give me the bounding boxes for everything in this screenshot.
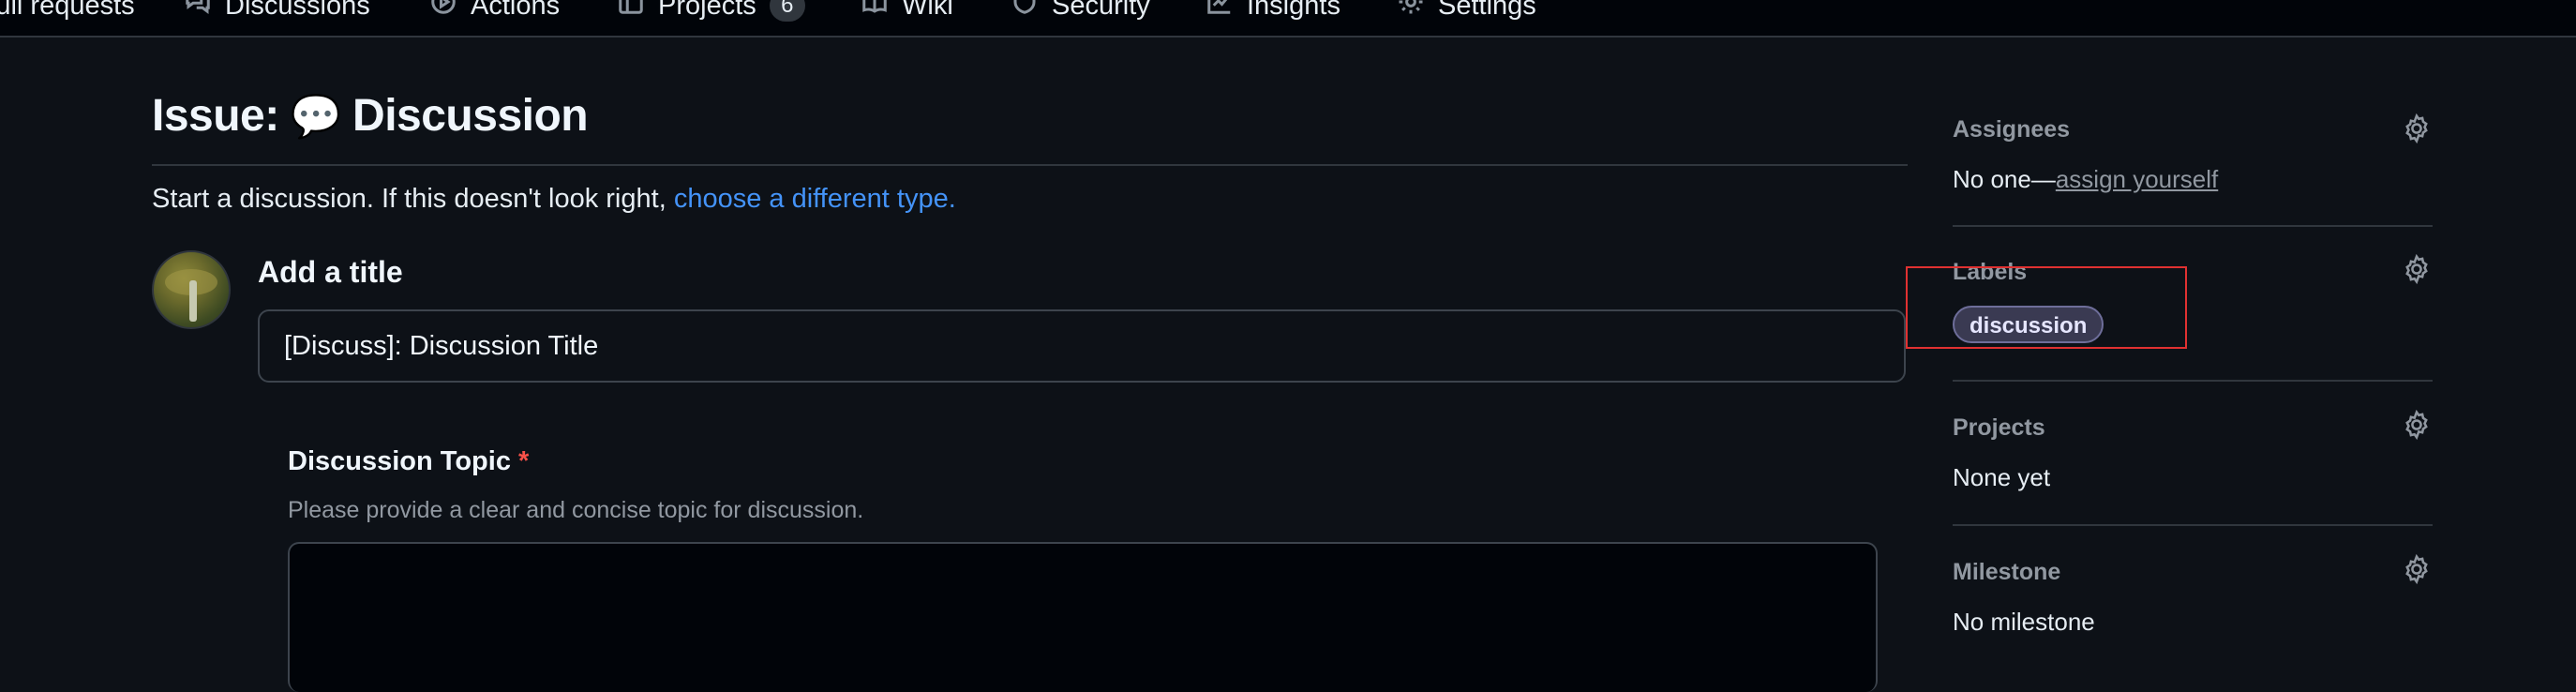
divider [1953,524,2433,526]
tab-label: Discussions [225,0,370,21]
tab-label: Actions [471,0,561,21]
projects-value: None yet [1953,463,2051,491]
intro-text: Start a discussion. If this doesn't look… [152,184,666,214]
milestone-heading: Milestone [1953,559,2061,585]
labels-gear-icon[interactable] [2401,253,2433,285]
avatar [152,250,231,329]
speech-bubble-icon: 💬 [290,93,342,140]
tab-label: Settings [1438,0,1536,21]
tab-wiki[interactable]: Wiki [861,0,953,24]
assignees-none-text: No one— [1953,165,2056,193]
milestone-gear-icon[interactable] [2401,553,2433,585]
discussion-topic-label: Discussion Topic * [288,446,529,477]
assign-yourself-link[interactable]: assign yourself [2056,165,2218,193]
discussion-topic-help: Please provide a clear and concise topic… [288,497,864,523]
tab-label: Insights [1247,0,1340,21]
tab-projects[interactable]: Projects 6 [617,0,805,24]
gear-icon [1397,0,1425,23]
title-prefix: Issue: [152,91,279,141]
issue-form-page: Issue: 💬 Discussion Start a discussion. … [0,38,2576,692]
actions-icon [429,0,457,23]
title-name: Discussion [352,91,589,141]
tab-label: Projects [658,0,756,21]
tab-label: Wiki [902,0,953,21]
template-intro: Start a discussion. If this doesn't look… [152,184,956,215]
labels-highlight-box [1906,266,2187,349]
choose-different-type-link[interactable]: choose a different type. [674,184,956,214]
required-marker: * [517,446,530,476]
projects-heading: Projects [1953,414,2045,441]
graph-icon [1206,0,1234,23]
milestone-value: No milestone [1953,608,2095,636]
topic-label-text: Discussion Topic [288,446,511,476]
assignees-value: No one—assign yourself [1953,165,2218,194]
projects-count-badge: 6 [769,0,805,22]
assignees-gear-icon[interactable] [2401,113,2433,144]
discussion-topic-textarea[interactable] [288,542,1878,692]
divider [1953,380,2433,382]
tab-pull-requests[interactable]: Pull requests [0,0,135,24]
divider [152,164,1908,166]
tab-settings[interactable]: Settings [1397,0,1536,24]
discussions-icon [184,0,212,23]
tab-security[interactable]: Security [1011,0,1150,24]
page-title: Issue: 💬 Discussion [152,90,589,142]
tab-label: Security [1052,0,1150,21]
tab-insights[interactable]: Insights [1206,0,1340,24]
tab-label: Pull requests [0,0,135,21]
repo-nav: Pull requests Discussions Actions Projec… [0,0,2576,38]
projects-icon [617,0,645,23]
divider [1953,225,2433,227]
title-input-value: [Discuss]: Discussion Title [284,330,599,361]
shield-icon [1011,0,1039,23]
title-input[interactable]: [Discuss]: Discussion Title [258,309,1906,383]
book-icon [861,0,889,23]
add-title-label: Add a title [258,255,403,289]
tab-discussions[interactable]: Discussions [184,0,370,24]
projects-gear-icon[interactable] [2401,409,2433,441]
assignees-heading: Assignees [1953,116,2071,143]
tab-actions[interactable]: Actions [429,0,560,24]
